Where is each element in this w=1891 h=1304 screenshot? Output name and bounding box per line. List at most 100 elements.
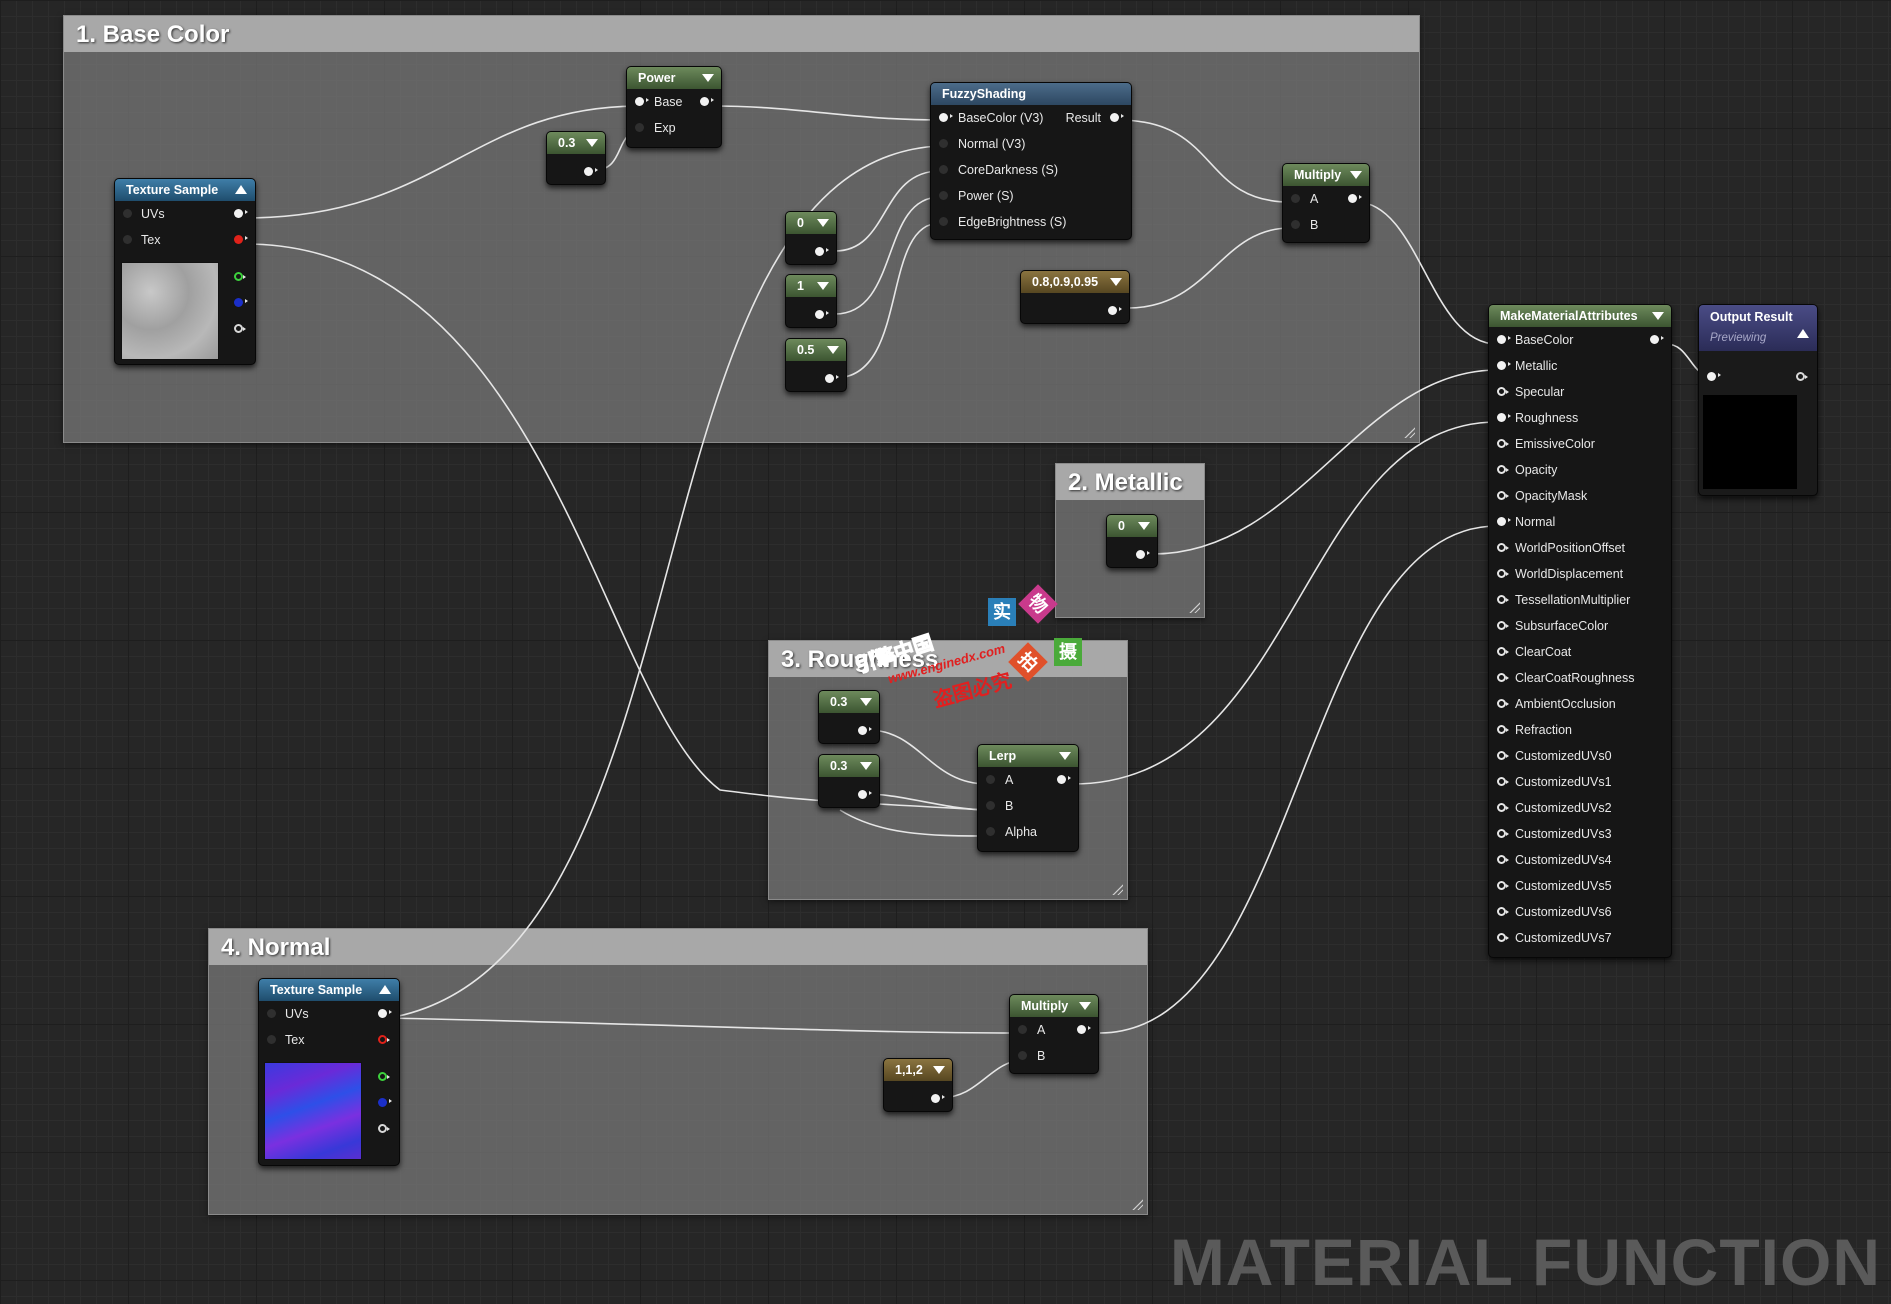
attribute-pin-row[interactable]: CustomizedUVs6 <box>1489 899 1671 925</box>
pin-row-base[interactable]: Base <box>627 89 721 115</box>
output-pin[interactable] <box>858 790 872 799</box>
pin-row-uvs[interactable]: UVs <box>259 1001 399 1027</box>
attribute-pin-row[interactable]: Normal <box>1489 509 1671 535</box>
output-pin-red[interactable] <box>378 1035 390 1044</box>
attribute-pin-row[interactable]: Specular <box>1489 379 1671 405</box>
attribute-pin-row[interactable]: CustomizedUVs4 <box>1489 847 1671 873</box>
input-pin[interactable] <box>1497 933 1509 942</box>
collapse-icon[interactable] <box>827 346 839 354</box>
pin-row-alpha[interactable]: Alpha <box>978 819 1078 845</box>
input-pin[interactable] <box>1707 372 1721 381</box>
output-pin[interactable] <box>815 247 829 256</box>
collapse-icon[interactable] <box>817 219 829 227</box>
input-pin[interactable] <box>267 1035 276 1044</box>
output-pin[interactable] <box>378 1009 392 1018</box>
input-pin[interactable] <box>1291 194 1300 203</box>
output-pin[interactable] <box>1110 113 1124 122</box>
input-pin[interactable] <box>123 209 132 218</box>
input-pin[interactable] <box>1497 361 1511 370</box>
pin-row-exp[interactable]: Exp <box>627 115 721 141</box>
input-pin[interactable] <box>1497 647 1509 656</box>
attribute-pin-row[interactable]: CustomizedUVs5 <box>1489 873 1671 899</box>
attribute-pin-row[interactable]: WorldDisplacement <box>1489 561 1671 587</box>
collapse-icon[interactable] <box>235 185 247 194</box>
attribute-pin-row[interactable]: OpacityMask <box>1489 483 1671 509</box>
output-pin[interactable] <box>584 167 598 176</box>
pin-row-power[interactable]: Power (S) <box>931 183 1131 209</box>
output-pin[interactable] <box>1650 335 1664 344</box>
pin-row-a[interactable]: A <box>978 767 1078 793</box>
input-pin[interactable] <box>939 217 948 226</box>
node-header[interactable]: 1 <box>786 275 836 297</box>
output-pin[interactable] <box>858 726 872 735</box>
input-pin[interactable] <box>986 827 995 836</box>
input-pin[interactable] <box>1497 855 1509 864</box>
node-header[interactable]: 0.3 <box>819 755 879 777</box>
input-pin[interactable] <box>1497 517 1511 526</box>
vector-constant-node[interactable]: 0.8,0.9,0.95 <box>1020 270 1130 324</box>
input-pin[interactable] <box>1497 907 1509 916</box>
input-pin[interactable] <box>1497 751 1509 760</box>
output-pin-red[interactable] <box>234 235 248 244</box>
make-material-attributes-node[interactable]: MakeMaterialAttributes BaseColor Metallic… <box>1488 304 1672 958</box>
attribute-pin-row[interactable]: Roughness <box>1489 405 1671 431</box>
input-pin[interactable] <box>1018 1051 1027 1060</box>
attribute-pin-row[interactable]: SubsurfaceColor <box>1489 613 1671 639</box>
collapse-icon[interactable] <box>702 74 714 82</box>
pin-row-a[interactable]: A <box>1010 1017 1098 1043</box>
input-pin[interactable] <box>1497 465 1509 474</box>
input-pin[interactable] <box>1497 881 1509 890</box>
node-header[interactable]: Texture Sample <box>115 179 255 201</box>
constant-node[interactable]: 1 <box>785 274 837 328</box>
output-pin[interactable] <box>234 209 248 218</box>
output-pin-alpha[interactable] <box>378 1124 390 1133</box>
texture-sample-node-1[interactable]: Texture Sample UVs Tex <box>114 178 256 365</box>
output-pin[interactable] <box>1057 775 1071 784</box>
multiply-node-1[interactable]: Multiply A B <box>1282 163 1370 243</box>
input-pin[interactable] <box>1497 543 1509 552</box>
constant-node[interactable]: 0.5 <box>785 338 847 392</box>
output-pin-green[interactable] <box>234 272 246 281</box>
output-pin[interactable] <box>1077 1025 1091 1034</box>
node-header[interactable]: Multiply <box>1010 995 1098 1017</box>
fuzzy-shading-node[interactable]: FuzzyShading BaseColor (V3) Result Normal… <box>930 82 1132 240</box>
output-pin[interactable] <box>931 1094 945 1103</box>
pin-row-tex[interactable]: Tex <box>259 1027 399 1053</box>
constant-node[interactable]: 0.3 <box>546 131 606 185</box>
node-header[interactable]: 0.5 <box>786 339 846 361</box>
node-header[interactable]: MakeMaterialAttributes <box>1489 305 1671 327</box>
attribute-pin-row[interactable]: CustomizedUVs2 <box>1489 795 1671 821</box>
pin-row-normal[interactable]: Normal (V3) <box>931 131 1131 157</box>
node-header[interactable]: FuzzyShading <box>931 83 1131 105</box>
attribute-pin-row[interactable]: CustomizedUVs3 <box>1489 821 1671 847</box>
vector-constant-node[interactable]: 1,1,2 <box>883 1058 953 1112</box>
input-pin[interactable] <box>986 775 995 784</box>
collapse-icon[interactable] <box>586 139 598 147</box>
output-pin-green[interactable] <box>378 1072 390 1081</box>
node-header[interactable]: Multiply <box>1283 164 1369 186</box>
input-pin[interactable] <box>1497 335 1511 344</box>
node-header[interactable]: Output Result Previewing <box>1699 305 1817 351</box>
input-pin[interactable] <box>1497 387 1509 396</box>
collapse-icon[interactable] <box>1138 522 1150 530</box>
pin-row-b[interactable]: B <box>978 793 1078 819</box>
pin-row-edgebrightness[interactable]: EdgeBrightness (S) <box>931 209 1131 235</box>
input-pin[interactable] <box>1497 413 1511 422</box>
attribute-pin-row[interactable]: TessellationMultiplier <box>1489 587 1671 613</box>
node-header[interactable]: 0.3 <box>547 132 605 154</box>
input-pin[interactable] <box>1291 220 1300 229</box>
attribute-pin-row[interactable]: WorldPositionOffset <box>1489 535 1671 561</box>
power-node[interactable]: Power Base Exp <box>626 66 722 148</box>
output-pin[interactable] <box>1136 550 1150 559</box>
attribute-pin-row[interactable]: CustomizedUVs0 <box>1489 743 1671 769</box>
output-result-node[interactable]: Output Result Previewing <box>1698 304 1818 496</box>
input-pin[interactable] <box>1497 673 1509 682</box>
input-pin[interactable] <box>939 139 948 148</box>
node-header[interactable]: 0.8,0.9,0.95 <box>1021 271 1129 293</box>
input-pin[interactable] <box>939 165 948 174</box>
pin-row-tex[interactable]: Tex <box>115 227 255 253</box>
attribute-pin-row[interactable]: ClearCoat <box>1489 639 1671 665</box>
output-pin[interactable] <box>1796 372 1808 381</box>
attribute-pin-row[interactable]: CustomizedUVs1 <box>1489 769 1671 795</box>
output-pin-blue[interactable] <box>234 298 248 307</box>
